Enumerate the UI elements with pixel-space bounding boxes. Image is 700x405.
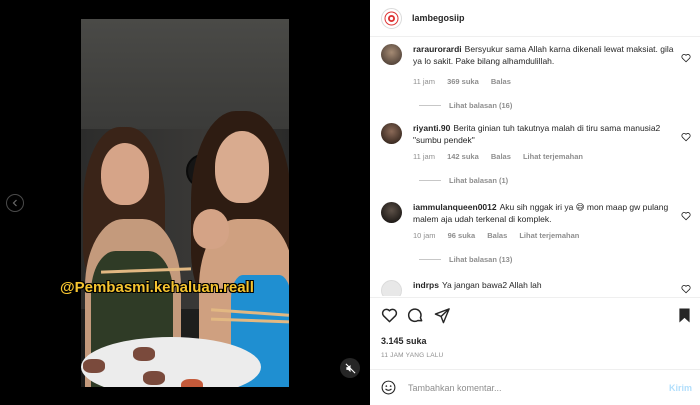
comment-time: 11 jam — [413, 152, 435, 161]
comment-time: 10 jam — [413, 231, 436, 240]
action-icons — [381, 307, 691, 325]
comment-likes[interactable]: 142 suka — [447, 152, 479, 161]
translate-button[interactable]: Lihat terjemahan — [519, 231, 579, 240]
comment-time: 11 jam — [413, 77, 435, 86]
right-person-face — [215, 131, 269, 203]
comments-list[interactable]: raraurorardi Bersyukur sama Allah karna d… — [370, 38, 700, 296]
food-piece — [181, 379, 203, 387]
account-logo-icon — [384, 11, 399, 25]
comment-item: raraurorardi Bersyukur sama Allah karna d… — [381, 42, 691, 114]
comment-likes[interactable]: 369 suka — [447, 77, 479, 86]
heart-icon[interactable] — [681, 132, 691, 142]
add-comment-bar: Kirim — [370, 369, 700, 405]
commenter-avatar[interactable] — [381, 280, 402, 296]
comment-username[interactable]: indrps — [413, 280, 439, 290]
reply-button[interactable]: Balas — [491, 152, 511, 161]
replies-divider — [419, 259, 441, 260]
reply-button[interactable]: Balas — [491, 77, 511, 86]
commenter-avatar[interactable] — [381, 44, 402, 65]
comment-meta: 11 jam 142 suka Balas Lihat terjemahan — [413, 152, 593, 161]
commenter-avatar[interactable] — [381, 202, 402, 223]
author-username[interactable]: lambegosiip — [412, 13, 465, 23]
comment-text: riyanti.90 Berita ginian tuh takutnya mal… — [413, 122, 675, 146]
like-heart-icon[interactable] — [381, 307, 398, 324]
heart-icon[interactable] — [681, 284, 691, 294]
comment-username[interactable]: riyanti.90 — [413, 123, 450, 133]
comment-item: riyanti.90 Berita ginian tuh takutnya mal… — [381, 121, 691, 193]
food-piece — [83, 359, 105, 373]
post-header: lambegosiip — [370, 0, 700, 37]
view-replies-label: Lihat balasan (1) — [449, 176, 509, 185]
view-replies-label: Lihat balasan (16) — [449, 101, 513, 110]
comment-meta: 10 jam 96 suka Balas Lihat terjemahan — [413, 231, 589, 240]
comment-content: Berita ginian tuh takutnya malah di tiru… — [413, 123, 661, 145]
view-replies-label: Lihat balasan (13) — [449, 255, 513, 264]
speaker-muted-icon — [345, 363, 355, 373]
comment-username[interactable]: raraurorardi — [413, 44, 462, 54]
mute-button[interactable] — [340, 358, 360, 378]
food-piece — [143, 371, 165, 385]
chevron-left-icon — [12, 199, 17, 207]
replies-divider — [419, 105, 441, 106]
video-watermark: @Pembasmi.kehaluan.reall — [60, 279, 254, 296]
comment-item: iammulanqueen0012 Aku sih nggak iri ya 😅 … — [381, 200, 691, 272]
commenter-avatar[interactable] — [381, 123, 402, 144]
heart-icon[interactable] — [681, 211, 691, 221]
replies-divider — [419, 180, 441, 181]
food-piece — [133, 347, 155, 361]
reply-button[interactable]: Balas — [487, 231, 507, 240]
emoji-smiley-icon[interactable] — [381, 380, 396, 395]
video-frame[interactable] — [81, 19, 289, 387]
comment-text: indrps Ya jangan bawa2 Allah lah — [413, 279, 675, 291]
heart-icon[interactable] — [681, 53, 691, 63]
left-person-face — [101, 143, 149, 205]
share-send-icon[interactable] — [434, 307, 451, 324]
view-replies-button[interactable]: Lihat balasan (1) — [419, 176, 508, 185]
author-avatar[interactable] — [381, 7, 402, 29]
comment-bubble-icon[interactable] — [407, 307, 424, 324]
post-comment-button[interactable]: Kirim — [669, 383, 692, 393]
view-replies-button[interactable]: Lihat balasan (13) — [419, 255, 512, 264]
comment-username[interactable]: iammulanqueen0012 — [413, 202, 497, 212]
comment-input[interactable] — [408, 382, 638, 393]
post-media[interactable]: @Pembasmi.kehaluan.reall — [0, 0, 370, 405]
likes-count[interactable]: 3.145 suka — [381, 336, 427, 346]
post-sidebar: lambegosiip raraurorardi Bersyukur sama A… — [370, 0, 700, 405]
previous-post-button[interactable] — [6, 194, 24, 212]
comment-meta: 11 jam 369 suka Balas — [413, 77, 521, 86]
comment-text: raraurorardi Bersyukur sama Allah karna d… — [413, 43, 675, 67]
save-bookmark-icon[interactable] — [678, 307, 691, 324]
right-person-hand — [193, 209, 229, 249]
comment-text: iammulanqueen0012 Aku sih nggak iri ya 😅 … — [413, 201, 675, 225]
translate-button[interactable]: Lihat terjemahan — [523, 152, 583, 161]
comment-item: indrps Ya jangan bawa2 Allah lah — [381, 278, 691, 296]
post-timestamp[interactable]: 11 JAM YANG LALU — [381, 352, 443, 359]
comment-likes[interactable]: 96 suka — [448, 231, 476, 240]
video-ceiling — [81, 19, 289, 129]
post-actions: 3.145 suka 11 JAM YANG LALU — [370, 297, 700, 359]
view-replies-button[interactable]: Lihat balasan (16) — [419, 101, 512, 110]
comment-content: Ya jangan bawa2 Allah lah — [441, 280, 542, 290]
